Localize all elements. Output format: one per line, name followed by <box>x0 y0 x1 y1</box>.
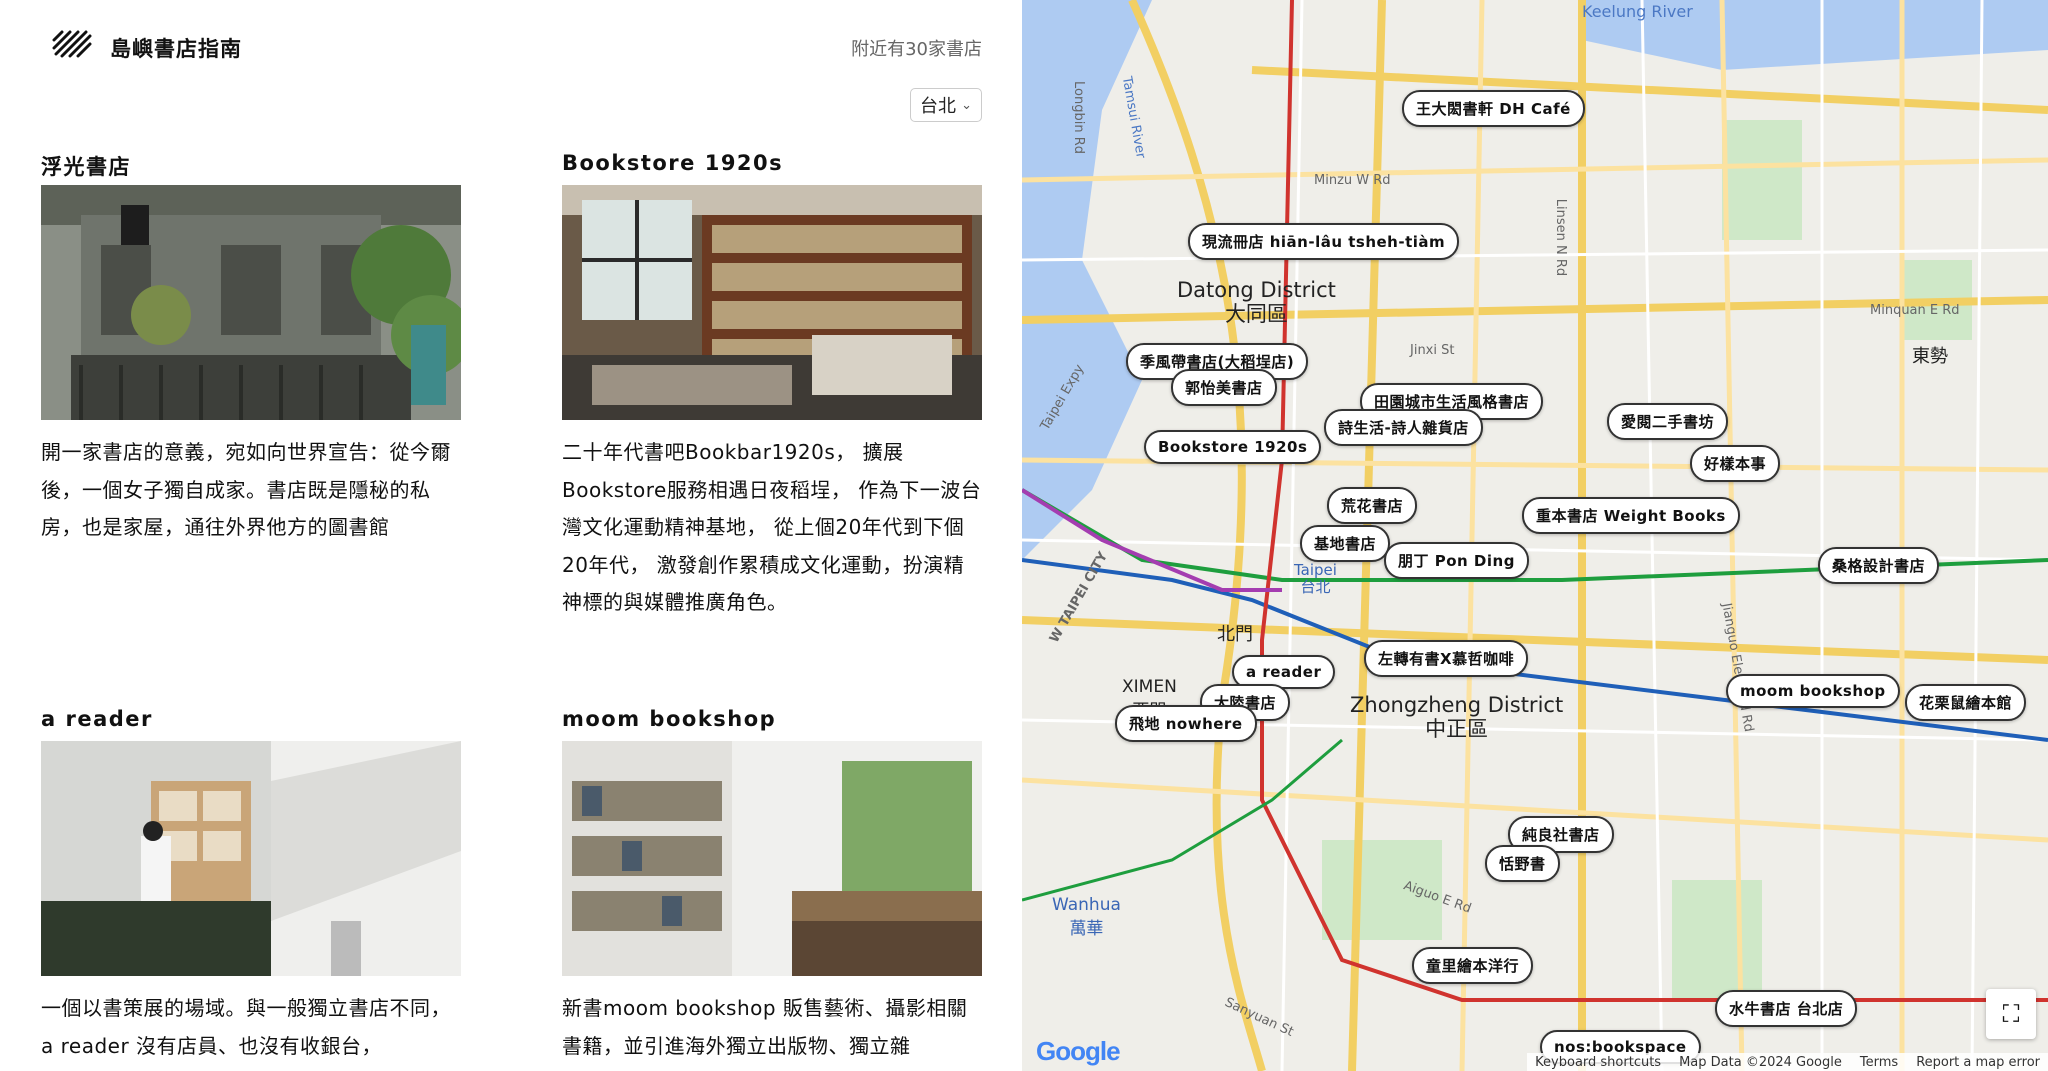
city-select[interactable]: 台北 ⌄ <box>910 88 982 122</box>
bookstore-card[interactable]: a reader 一個以書策展的場域。與一般獨立書店不同，a reader 沒有… <box>41 707 461 1065</box>
district-label-zhongzheng: Zhongzheng District 中正區 <box>1350 693 1563 741</box>
map-pin[interactable]: 左轉有書X慕哲咖啡 <box>1364 640 1529 677</box>
card-description: 新書moom bookshop 販售藝術、攝影相關書籍，並引進海外獨立出版物、獨… <box>562 996 968 1058</box>
district-label-wanhua: Wanhua 萬華 <box>1052 893 1121 941</box>
bookstore-card[interactable]: 浮光書店 開一家書店的意義，宛如向世界宣告：從今爾後，一個女子獨自成家。書店既是… <box>41 151 461 547</box>
google-logo: Google <box>1036 1036 1121 1067</box>
station-label-taipei: Taipei 台北 <box>1294 562 1337 596</box>
map-pin[interactable]: 童里繪本洋行 <box>1412 947 1534 984</box>
bookstore-card[interactable]: moom bookshop 新書moom bookshop 販售藝術、攝影相關書… <box>562 707 982 1065</box>
district-name-zh: 中正區 <box>1425 717 1489 741</box>
map-pin[interactable]: 朋丁 Pon Ding <box>1384 542 1529 579</box>
chevron-down-icon: ⌄ <box>961 97 972 113</box>
map-data-credit: Map Data ©2024 Google <box>1679 1054 1842 1070</box>
map-pin[interactable]: 恬野書 <box>1485 845 1560 882</box>
card-title: Bookstore 1920s <box>562 151 784 175</box>
card-title: 浮光書店 <box>41 155 131 179</box>
map-pin[interactable]: 郭怡美書店 <box>1171 369 1277 406</box>
bookstore-card[interactable]: Bookstore 1920s 二十年代書吧Bookbar1920s， 擴展Bo… <box>562 151 982 622</box>
card-title: a reader <box>41 707 153 731</box>
map-road-label: Linsen N Rd <box>1553 198 1569 277</box>
map-pin[interactable]: moom bookshop <box>1726 674 1900 708</box>
district-name: Datong District <box>1177 278 1336 302</box>
map-road-label: Keelung River <box>1582 2 1693 21</box>
card-description: 開一家書店的意義，宛如向世界宣告：從今爾後，一個女子獨自成家。書店既是隱秘的私房… <box>41 440 451 539</box>
card-description: 一個以書策展的場域。與一般獨立書店不同，a reader 沒有店員、也沒有收銀台… <box>41 996 451 1058</box>
bookstore-map[interactable]: Keelung River Minzu W Rd Linsen N Rd Jin… <box>1022 0 2048 1071</box>
map-road-label: Minzu W Rd <box>1314 173 1391 188</box>
map-pin[interactable]: 詩生活-詩人雜貨店 <box>1324 409 1483 446</box>
map-pin[interactable]: 荒花書店 <box>1327 487 1418 524</box>
bookstore-photo[interactable] <box>41 185 461 420</box>
map-pin[interactable]: 水牛書店 台北店 <box>1715 990 1858 1027</box>
district-name-zh: 萬華 <box>1069 919 1104 939</box>
map-pin[interactable]: 桑格設計書店 <box>1818 547 1940 584</box>
district-name-zh: 大同區 <box>1224 302 1288 326</box>
map-pin[interactable]: 愛閱二手書坊 <box>1607 403 1729 440</box>
bookstore-photo[interactable] <box>562 741 982 976</box>
map-pin[interactable]: 基地書店 <box>1300 525 1391 562</box>
map-pin[interactable]: Bookstore 1920s <box>1144 430 1322 464</box>
district-label-beimen: 北門 <box>1217 624 1253 645</box>
city-select-value: 台北 <box>920 96 956 117</box>
map-pin[interactable]: 花栗鼠繪本館 <box>1905 684 2027 721</box>
map-pin[interactable]: 現流冊店 hiān-lâu tsheh-tiàm <box>1188 223 1460 260</box>
nearby-count: 附近有30家書店 <box>851 39 982 60</box>
map-pin[interactable]: 好樣本事 <box>1690 445 1781 482</box>
district-name: Zhongzheng District <box>1350 693 1564 717</box>
logo-icon[interactable] <box>52 30 92 66</box>
bookstore-photo[interactable] <box>562 185 982 420</box>
map-road-label: Minquan E Rd <box>1870 303 1960 318</box>
bookstore-photo[interactable] <box>41 741 461 976</box>
brand-title[interactable]: 島嶼書店指南 <box>110 33 242 63</box>
map-footer: Keyboard shortcuts Map Data ©2024 Google… <box>1527 1053 2048 1071</box>
map-pin[interactable]: 飛地 nowhere <box>1115 705 1257 742</box>
fullscreen-icon[interactable]: ⛶ <box>1986 989 2036 1039</box>
report-error-link[interactable]: Report a map error <box>1916 1055 2040 1070</box>
district-label-dongshi: 東勢 <box>1912 346 1948 367</box>
terms-link[interactable]: Terms <box>1860 1055 1898 1070</box>
keyboard-shortcuts-link[interactable]: Keyboard shortcuts <box>1535 1055 1661 1070</box>
map-pin[interactable]: 王大閎書軒 DH Café <box>1402 90 1585 127</box>
district-label-datong: Datong District 大同區 <box>1177 278 1336 326</box>
card-title: moom bookshop <box>562 707 777 731</box>
card-description: 二十年代書吧Bookbar1920s， 擴展Bookstore服務相遇日夜稻埕，… <box>562 440 982 614</box>
station-name: Taipei <box>1294 561 1337 579</box>
district-name: Wanhua <box>1052 895 1121 915</box>
station-name-zh: 台北 <box>1300 578 1331 596</box>
map-pin[interactable]: 重本書店 Weight Books <box>1522 497 1740 534</box>
google-logo-text: Google <box>1036 1036 1121 1066</box>
district-name: XIMEN <box>1122 677 1177 697</box>
bookstore-list-panel: 島嶼書店指南 附近有30家書店 台北 ⌄ 浮光書店 開一家書店的意義，宛如向世界… <box>0 0 1022 1071</box>
map-road-label: Longbin Rd <box>1070 81 1086 154</box>
map-road-label: Jinxi St <box>1410 343 1455 358</box>
